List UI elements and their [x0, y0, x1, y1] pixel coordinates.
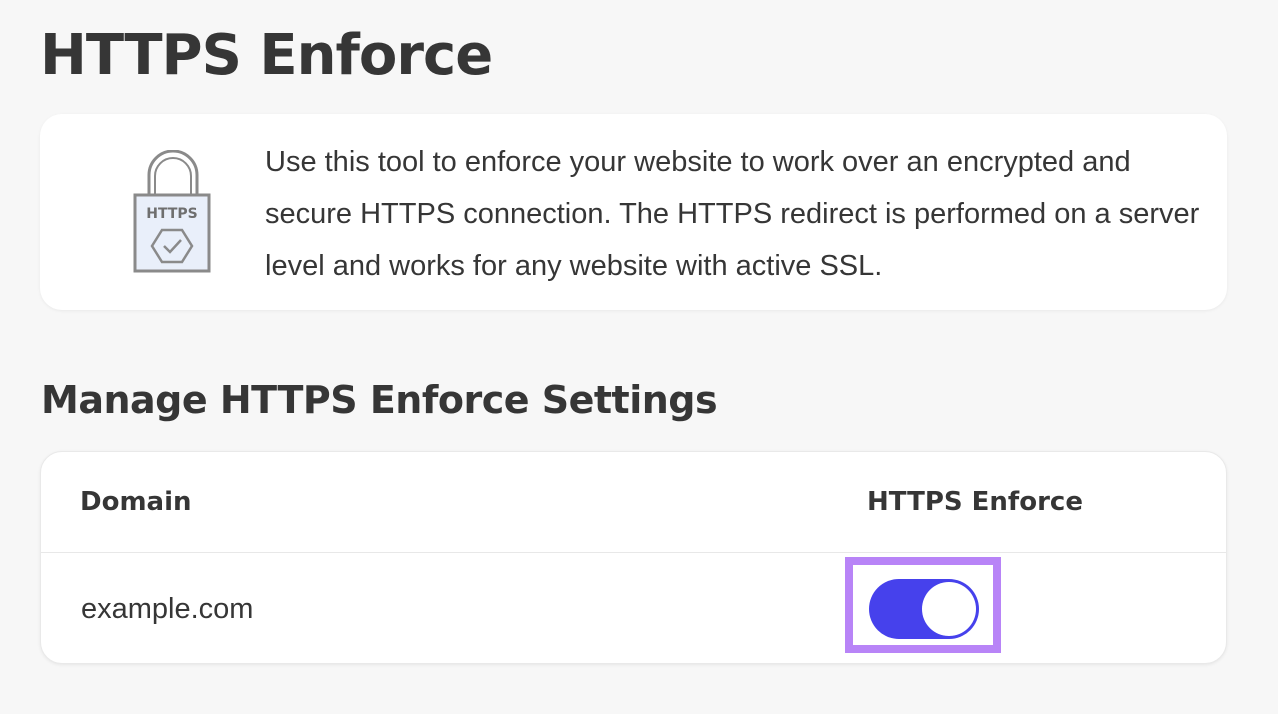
table-header: Domain HTTPS Enforce — [41, 452, 1226, 553]
section-title: Manage HTTPS Enforce Settings — [41, 378, 718, 422]
settings-table: Domain HTTPS Enforce example.com — [40, 451, 1227, 664]
https-lock-label: HTTPS — [146, 206, 197, 222]
column-header-domain: Domain — [80, 487, 192, 517]
page-title: HTTPS Enforce — [40, 23, 493, 88]
table-row: example.com — [41, 553, 1226, 664]
info-card: HTTPS Use this tool to enforce your webs… — [40, 114, 1227, 310]
https-lock-icon: HTTPS — [133, 150, 211, 273]
https-enforce-toggle[interactable] — [869, 579, 979, 639]
toggle-knob — [922, 582, 976, 636]
column-header-https-enforce: HTTPS Enforce — [867, 487, 1083, 517]
toggle-highlight — [845, 557, 1001, 653]
info-description: Use this tool to enforce your website to… — [265, 146, 1200, 282]
domain-cell: example.com — [81, 593, 254, 625]
